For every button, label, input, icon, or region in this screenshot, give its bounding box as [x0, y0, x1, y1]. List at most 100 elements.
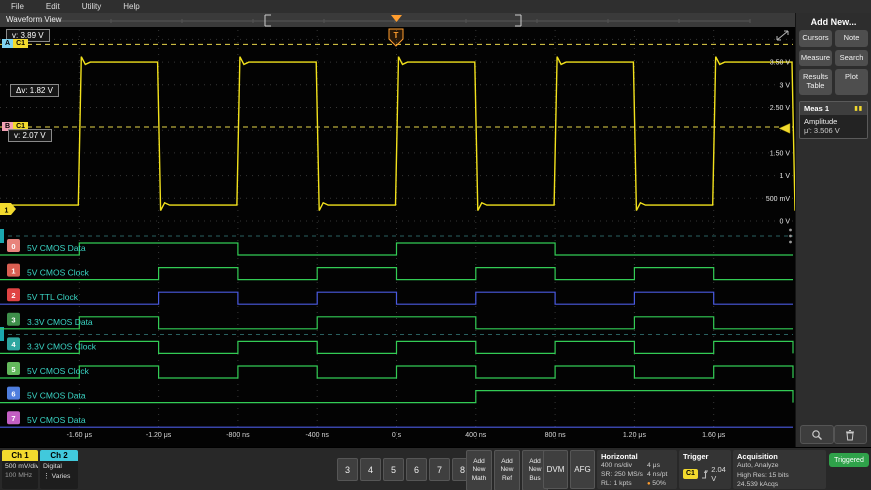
magnifier-icon — [811, 429, 823, 441]
acquisition-count: 24.539 kAcqs — [737, 480, 822, 490]
trigger-level: 2.04 V — [711, 465, 727, 483]
waveform-display[interactable]: 05V CMOS Data15V CMOS Clock25V TTL Clock… — [0, 27, 795, 447]
channel-7-button[interactable]: 7 — [429, 458, 450, 481]
sidebar-button-cursors[interactable]: Cursors — [799, 30, 832, 47]
afg-button[interactable]: AFG — [570, 450, 595, 489]
trash-button[interactable] — [834, 425, 868, 444]
bottom-bar: Ch 1 500 mV/div 100 MHz Ch 2 Digital ⋮ V… — [0, 447, 871, 490]
pane-splitter-handle[interactable] — [789, 229, 792, 232]
digital-channel-number: 7 — [11, 414, 15, 423]
trigger-source-badge: C1 — [683, 469, 698, 479]
horizontal-title: Horizontal — [601, 452, 673, 461]
ch1-bandwidth: 100 MHz — [2, 470, 38, 479]
trigger-status-badge: Triggered — [829, 453, 869, 467]
volt-axis-label: 3 V — [779, 82, 790, 89]
ch2-mode: Digital — [40, 461, 78, 470]
channel-5-button[interactable]: 5 — [383, 458, 404, 481]
digital-channel-label[interactable]: 5V CMOS Data — [27, 243, 86, 253]
channel-3-button[interactable]: 3 — [337, 458, 358, 481]
time-axis-label: 1.20 μs — [623, 432, 647, 439]
digital-channel-label[interactable]: 5V CMOS Data — [27, 391, 86, 401]
add-new-ref-button[interactable]: AddNewRef — [494, 450, 520, 490]
digital-channel-number: 2 — [11, 291, 15, 300]
digital-channel-number: 6 — [11, 389, 15, 398]
channel-6-button[interactable]: 6 — [406, 458, 427, 481]
expand-view-icon[interactable] — [777, 31, 788, 40]
acquisition-resolution: High Res: 15 bits — [737, 471, 822, 481]
analog-waveform-ch1 — [0, 57, 795, 211]
sidebar-button-results-table[interactable]: Results Table — [799, 69, 832, 94]
cursor-a-marker: A — [2, 39, 13, 48]
measurement-name: Amplitude — [804, 117, 863, 126]
sidebar-button-measure[interactable]: Measure — [799, 50, 832, 67]
sidebar-tools — [800, 425, 867, 444]
time-axis-label: -400 ns — [306, 432, 330, 439]
cursor-delta-readout[interactable]: Δv: 1.82 V — [10, 84, 59, 97]
sidebar-button-plot[interactable]: Plot — [835, 69, 868, 94]
ch2-label: Ch 2 — [40, 450, 78, 461]
menu-bar: FileEditUtilityHelp — [0, 0, 871, 13]
acquisition-mode: Auto, Analyze — [737, 461, 822, 471]
sidebar-button-search[interactable]: Search — [835, 50, 868, 67]
horizontal-readout: RL: 1 kpts● 50% — [601, 479, 673, 488]
trigger-level-marker[interactable] — [779, 123, 790, 133]
menu-utility[interactable]: Utility — [71, 2, 113, 11]
digital-trace-1 — [0, 268, 793, 280]
ch1-badge[interactable]: Ch 1 500 mV/div 100 MHz — [2, 450, 38, 489]
acquisition-panel[interactable]: Acquisition Auto, Analyze High Res: 15 b… — [733, 450, 826, 489]
sidebar-button-note[interactable]: Note — [835, 30, 868, 47]
menu-file[interactable]: File — [0, 2, 35, 11]
rising-edge-icon — [701, 469, 708, 480]
digital-channel-label[interactable]: 5V TTL Clock — [27, 292, 79, 302]
digital-group-handle[interactable] — [0, 229, 4, 243]
digital-channel-label[interactable]: 5V CMOS Clock — [27, 366, 90, 376]
add-new-title: Add New... — [796, 17, 871, 27]
time-axis-label: 1.60 μs — [702, 432, 726, 439]
pane-splitter-handle[interactable] — [789, 241, 792, 244]
trigger-position-letter: T — [394, 31, 399, 40]
volt-axis-label: 1 V — [779, 173, 790, 180]
digital-channel-number: 5 — [11, 365, 15, 374]
trash-icon — [844, 429, 856, 441]
trigger-panel[interactable]: Trigger C1 2.04 V — [679, 450, 731, 489]
channel-buttons: 345678 — [337, 458, 473, 481]
menu-help[interactable]: Help — [112, 2, 150, 11]
measurement-value: μ': 3.506 V — [804, 126, 863, 135]
time-axis-label: 0 s — [392, 432, 402, 439]
measurement-badge[interactable]: Meas 1 ▮▮ Amplitude μ': 3.506 V — [799, 101, 868, 139]
ch2-badge[interactable]: Ch 2 Digital ⋮ Varies — [40, 450, 78, 489]
time-axis-label: 800 ns — [545, 432, 567, 439]
cursor-b-readout[interactable]: v: 2.07 V — [8, 129, 52, 142]
add-new-math-button[interactable]: AddNewMath — [466, 450, 492, 490]
horizontal-readout: 400 ns/div4 μs — [601, 461, 673, 470]
oscilloscope-app: FileEditUtilityHelp Waveform View 05V CM… — [0, 0, 871, 490]
digital-channel-label[interactable]: 5V CMOS Clock — [27, 268, 90, 278]
cursor-a-badge[interactable]: A C1 — [2, 39, 28, 48]
digital-trace-5 — [0, 366, 793, 378]
ch1-label: Ch 1 — [2, 450, 38, 461]
horizontal-panel[interactable]: Horizontal 400 ns/div4 μsSR: 250 MS/s4 n… — [597, 450, 677, 489]
time-axis-label: -800 ns — [226, 432, 250, 439]
digital-channel-number: 3 — [11, 316, 15, 325]
time-axis-label: -1.60 μs — [67, 432, 93, 439]
time-axis-label: 400 ns — [465, 432, 487, 439]
dvm-button[interactable]: DVM — [543, 450, 568, 489]
channel-4-button[interactable]: 4 — [360, 458, 381, 481]
pane-splitter-handle[interactable] — [789, 235, 792, 238]
menu-edit[interactable]: Edit — [35, 2, 71, 11]
horizontal-readout: SR: 250 MS/s4 ns/pt — [601, 470, 673, 479]
volt-axis-label: 500 mV — [766, 196, 790, 203]
digital-channel-label[interactable]: 5V CMOS Data — [27, 415, 86, 425]
digital-trace-2 — [0, 292, 793, 304]
right-sidebar: Add New... CursorsNoteMeasureSearchResul… — [795, 13, 871, 447]
trigger-title: Trigger — [683, 452, 727, 461]
volt-axis-label: 3.50 V — [770, 60, 791, 67]
digital-channel-label[interactable]: 3.3V CMOS Data — [27, 317, 93, 327]
digital-channel-number: 1 — [11, 266, 15, 275]
waveform-view-header: Waveform View — [0, 13, 795, 27]
digital-channel-label[interactable]: 3.3V CMOS Clock — [27, 341, 97, 351]
histogram-icon: ▮▮ — [854, 105, 863, 112]
zoom-button[interactable] — [800, 425, 834, 444]
add-new-buttons: CursorsNoteMeasureSearchResults TablePlo… — [796, 30, 871, 95]
timeline-ruler[interactable] — [0, 13, 795, 27]
